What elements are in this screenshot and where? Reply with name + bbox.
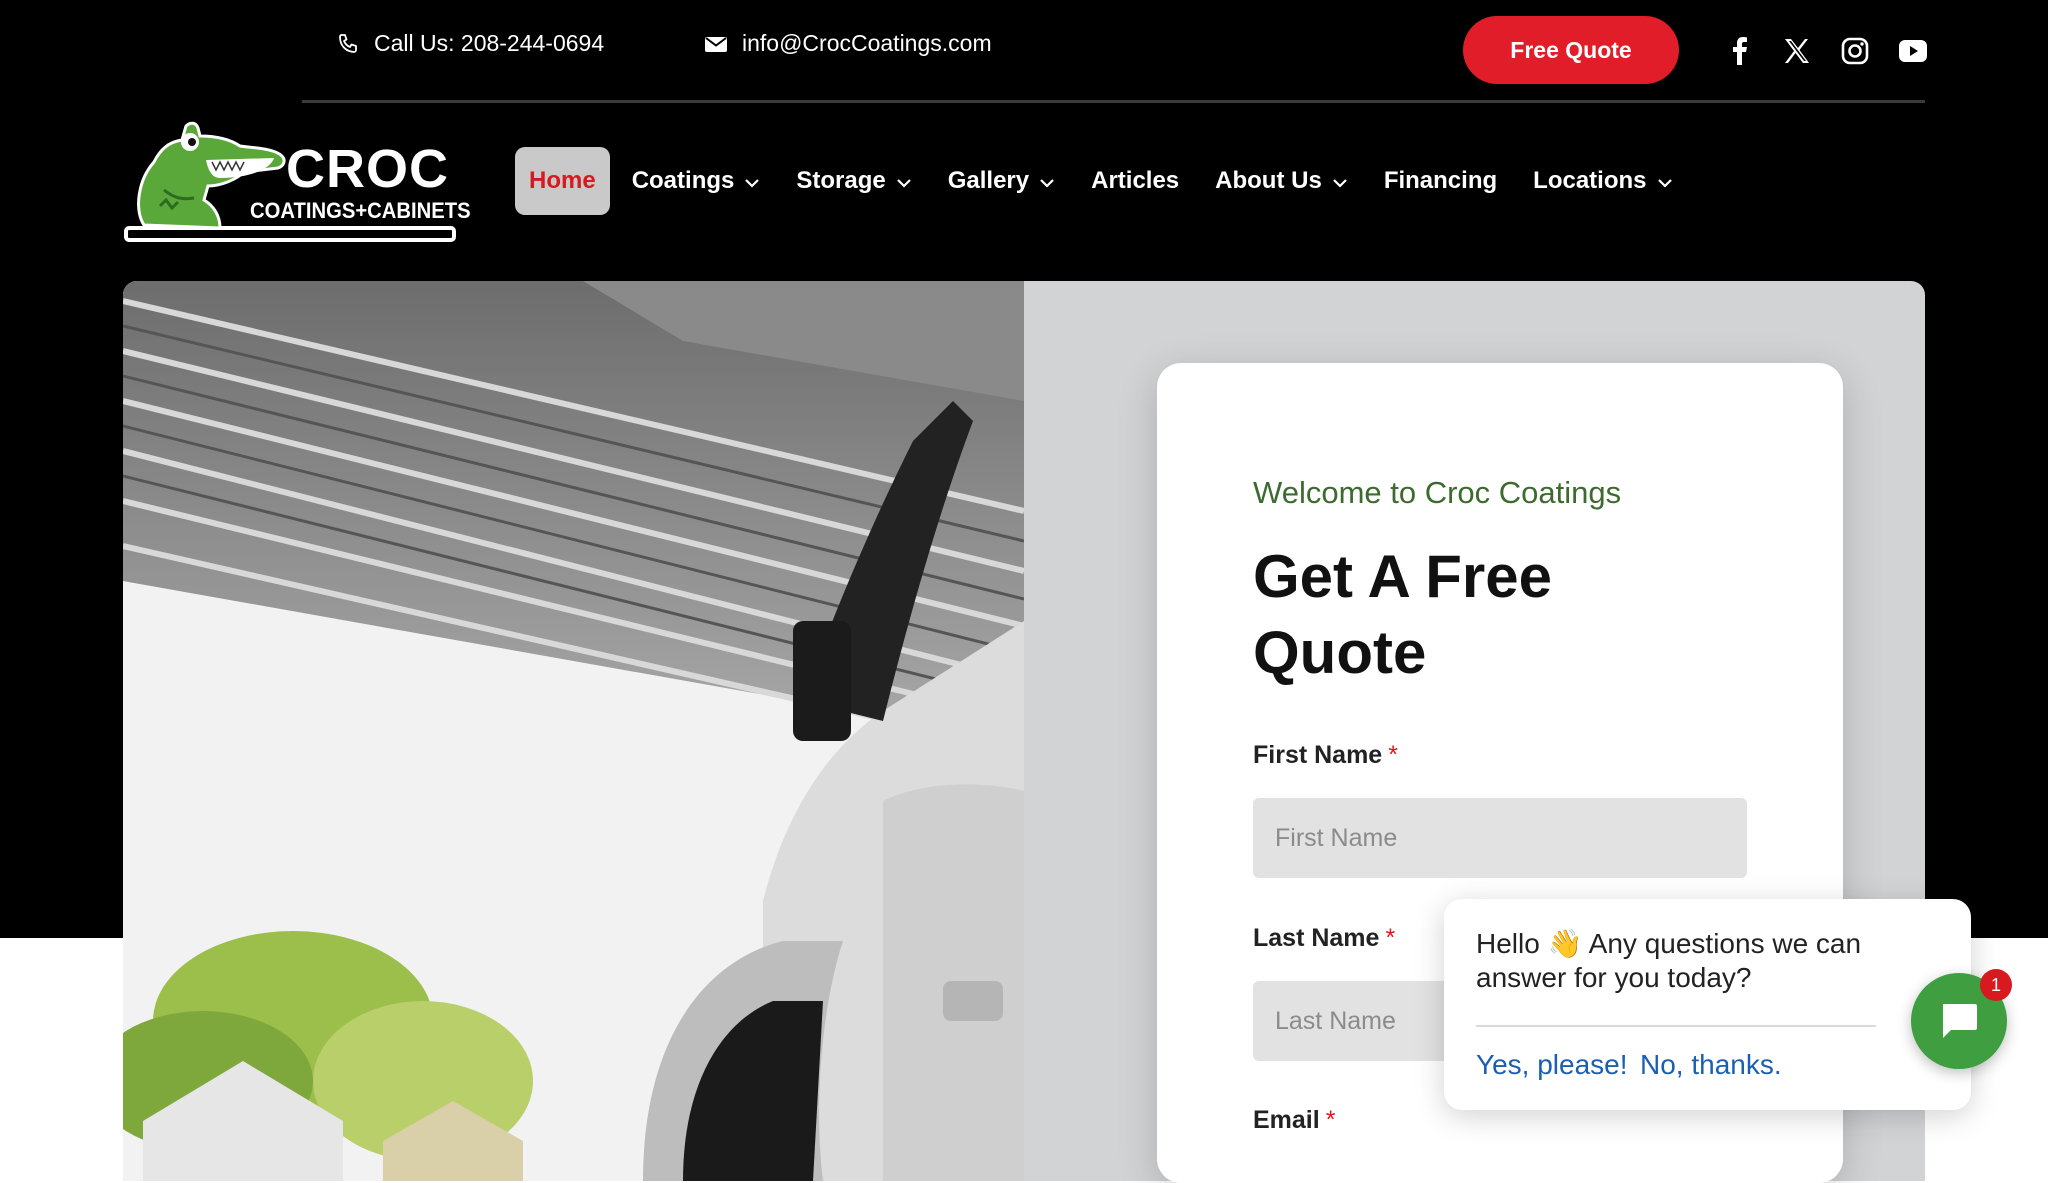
- nav-item-label: About Us: [1215, 167, 1322, 194]
- instagram-icon[interactable]: [1840, 36, 1870, 66]
- hero-garage-photo: [123, 281, 1024, 1181]
- nav-item-about-us[interactable]: About Us: [1201, 147, 1362, 215]
- chevron-down-icon: [896, 167, 912, 195]
- nav-item-storage[interactable]: Storage: [782, 147, 925, 215]
- nav-item-financing[interactable]: Financing: [1370, 147, 1511, 215]
- welcome-text: Welcome to Croc Coatings: [1253, 475, 1622, 510]
- email-label: Email *: [1253, 1106, 1335, 1135]
- last-name-label-text: Last Name: [1253, 924, 1380, 952]
- required-mark: *: [1325, 1106, 1336, 1134]
- first-name-input[interactable]: [1253, 798, 1747, 878]
- nav-item-label: Storage: [796, 167, 886, 194]
- phone-text: Call Us: 208-244-0694: [374, 30, 605, 56]
- chat-bubble-icon: [1943, 1004, 1977, 1038]
- logo-title: CROC: [286, 139, 449, 199]
- chevron-down-icon: [744, 167, 760, 195]
- chevron-down-icon: [1039, 167, 1055, 195]
- x-icon[interactable]: [1782, 36, 1812, 66]
- nav-item-coatings[interactable]: Coatings: [618, 147, 775, 215]
- chat-yes-button[interactable]: Yes, please!: [1476, 1049, 1628, 1081]
- form-title: Get A Free Quote: [1253, 543, 1552, 686]
- email-label-text: Email: [1253, 1106, 1320, 1134]
- header-divider: [302, 100, 1925, 103]
- phone-link[interactable]: Call Us: 208-244-0694: [336, 30, 604, 57]
- first-name-label-text: First Name: [1253, 741, 1383, 769]
- required-mark: *: [1388, 741, 1398, 769]
- envelope-icon: [705, 36, 727, 52]
- phone-icon: [339, 33, 357, 53]
- first-name-label: First Name *: [1253, 741, 1398, 770]
- nav-item-label: Coatings: [631, 167, 735, 194]
- youtube-icon[interactable]: [1898, 36, 1928, 66]
- site-logo[interactable]: CROC COATINGS+CABINETS: [124, 120, 471, 244]
- chat-popup: Hello 👋 Any questions we can answer for …: [1444, 899, 1971, 1110]
- chat-notification-badge: 1: [1980, 969, 2012, 1001]
- email-text: info@CrocCoatings.com: [742, 30, 992, 56]
- nav-item-home[interactable]: Home: [515, 147, 610, 215]
- required-mark: *: [1385, 924, 1396, 952]
- chat-divider: [1476, 1025, 1876, 1027]
- nav-item-articles[interactable]: Articles: [1077, 147, 1193, 215]
- top-bar: Call Us: 208-244-0694 info@CrocCoatings.…: [0, 0, 2048, 100]
- nav-item-label: Articles: [1091, 167, 1180, 194]
- last-name-label: Last Name *: [1253, 924, 1395, 953]
- chevron-down-icon: [1332, 167, 1348, 195]
- email-link[interactable]: info@CrocCoatings.com: [704, 30, 992, 57]
- chevron-down-icon: [1657, 167, 1673, 195]
- nav-item-label: Gallery: [947, 167, 1030, 194]
- nav-item-gallery[interactable]: Gallery: [934, 147, 1069, 215]
- free-quote-button[interactable]: Free Quote: [1463, 16, 1679, 84]
- chat-message: Hello 👋 Any questions we can answer for …: [1476, 928, 1862, 993]
- main-nav: Home Coatings Storage Gallery Articles A…: [515, 147, 1695, 215]
- facebook-icon[interactable]: [1724, 36, 1754, 66]
- chat-no-button[interactable]: No, thanks.: [1640, 1049, 1782, 1081]
- nav-item-label: Home: [529, 167, 596, 194]
- nav-item-locations[interactable]: Locations: [1519, 147, 1686, 215]
- nav-item-label: Locations: [1533, 167, 1647, 194]
- nav-item-label: Financing: [1383, 167, 1498, 194]
- logo-subtitle: COATINGS+CABINETS: [250, 198, 471, 223]
